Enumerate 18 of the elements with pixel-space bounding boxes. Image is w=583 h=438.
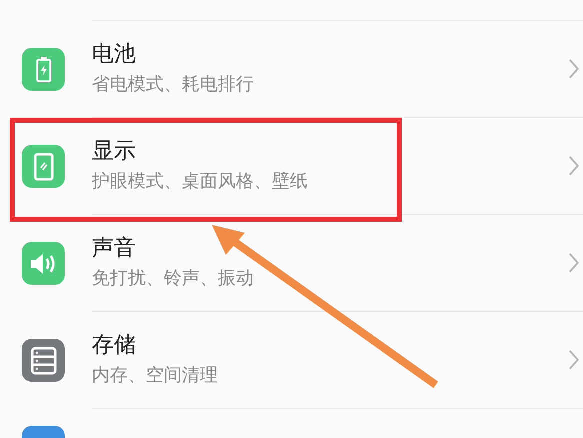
item-subtitle: 省电模式、耗电排行 (92, 74, 255, 96)
item-title: 存储 (92, 333, 137, 359)
item-subtitle: 护眼模式、桌面风格、壁纸 (92, 171, 309, 193)
storage-icon (30, 346, 56, 374)
chevron-right-icon (569, 59, 579, 79)
item-title: 电池 (92, 42, 137, 68)
item-title: 显示 (92, 139, 137, 165)
item-subtitle: 免打扰、铃声、振动 (92, 268, 255, 290)
item-title: 声音 (92, 236, 137, 262)
battery-icon (36, 56, 52, 82)
chevron-right-icon (569, 350, 579, 370)
chevron-right-icon (569, 253, 579, 273)
settings-item[interactable]: 电池 省电模式、耗电排行 (0, 21, 583, 118)
phone-screen-icon (34, 152, 54, 180)
settings-item[interactable]: 存储 内存、空间清理 (0, 312, 583, 409)
chevron-right-icon (569, 156, 579, 176)
settings-item[interactable]: 显示 护眼模式、桌面风格、壁纸 (0, 118, 583, 215)
item-subtitle: 内存、空间清理 (92, 365, 219, 387)
